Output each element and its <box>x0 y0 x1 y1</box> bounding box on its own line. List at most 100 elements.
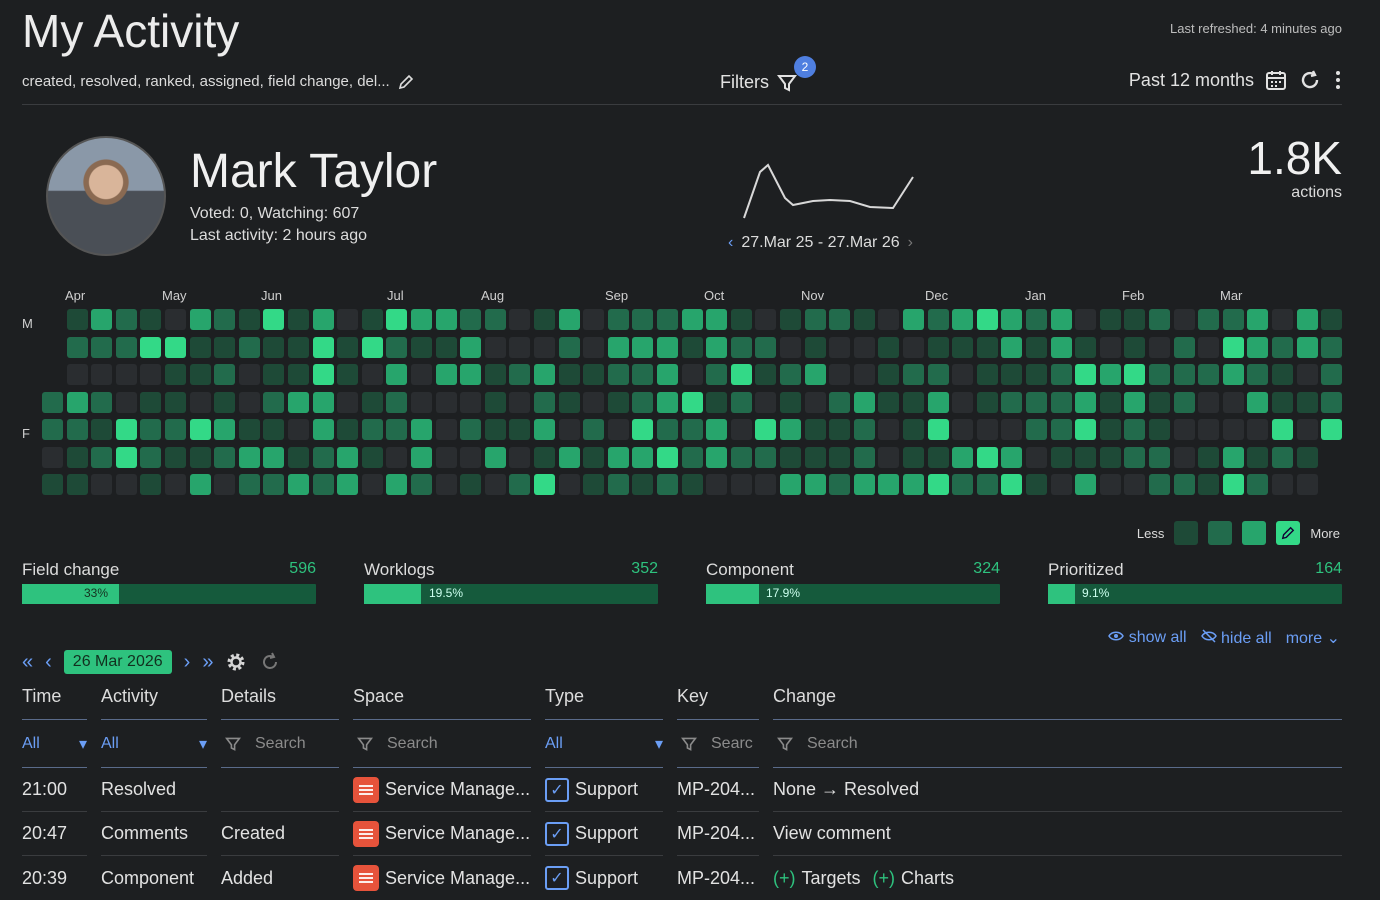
heatmap-cell[interactable] <box>878 309 900 330</box>
heatmap-cell[interactable] <box>1222 336 1244 358</box>
heatmap-cell[interactable] <box>386 336 408 358</box>
heatmap-cell[interactable] <box>361 446 383 468</box>
heatmap-cell[interactable] <box>189 446 211 468</box>
heatmap-cell[interactable] <box>484 446 506 468</box>
activity-types[interactable]: created, resolved, ranked, assigned, fie… <box>22 73 414 90</box>
heatmap-cell[interactable] <box>632 419 654 440</box>
heatmap-cell[interactable] <box>755 474 777 495</box>
heatmap-cell[interactable] <box>804 446 826 468</box>
heatmap-cell[interactable] <box>730 391 752 413</box>
heatmap-cell[interactable] <box>706 336 728 358</box>
heatmap-cell[interactable] <box>288 336 309 358</box>
heatmap-cell[interactable] <box>534 309 555 330</box>
heatmap-cell[interactable] <box>730 309 752 330</box>
heatmap-cell[interactable] <box>238 364 260 385</box>
heatmap-cell[interactable] <box>1272 336 1293 358</box>
heatmap-cell[interactable] <box>386 309 408 330</box>
heatmap-cell[interactable] <box>632 309 654 330</box>
heatmap-cell[interactable] <box>312 364 334 385</box>
heatmap-cell[interactable] <box>1198 336 1220 358</box>
heatmap-cell[interactable] <box>952 364 974 385</box>
heatmap-cell[interactable] <box>91 309 113 330</box>
heatmap-cell[interactable] <box>952 474 974 495</box>
more-link[interactable]: more ⌄ <box>1286 628 1340 648</box>
heatmap-cell[interactable] <box>91 391 113 413</box>
heatmap-cell[interactable] <box>1050 364 1072 385</box>
heatmap-cell[interactable] <box>115 391 137 413</box>
heatmap-cell[interactable] <box>681 474 703 495</box>
heatmap-cell[interactable] <box>66 446 88 468</box>
heatmap-cell[interactable] <box>214 446 236 468</box>
heatmap-cell[interactable] <box>706 446 728 468</box>
heatmap-cell[interactable] <box>1247 336 1269 358</box>
heatmap-cell[interactable] <box>214 364 236 385</box>
heatmap-cell[interactable] <box>583 446 605 468</box>
heatmap-cell[interactable] <box>1173 419 1195 440</box>
heatmap-cell[interactable] <box>263 309 285 330</box>
double-chevron-right-icon[interactable]: » <box>202 651 213 674</box>
heatmap-cell[interactable] <box>66 419 88 440</box>
heatmap-cell[interactable] <box>1075 419 1097 440</box>
heatmap-cell[interactable] <box>657 309 678 330</box>
heatmap-cell[interactable] <box>853 364 875 385</box>
heatmap-cell[interactable] <box>411 391 432 413</box>
heatmap-cell[interactable] <box>681 336 703 358</box>
heatmap-cell[interactable] <box>607 419 629 440</box>
heatmap-cell[interactable] <box>1198 419 1220 440</box>
heatmap-cell[interactable] <box>1173 336 1195 358</box>
heatmap-cell[interactable] <box>1222 419 1244 440</box>
heatmap-cell[interactable] <box>1075 364 1097 385</box>
heatmap-cell[interactable] <box>386 391 408 413</box>
heatmap-cell[interactable] <box>484 309 506 330</box>
heatmap-cell[interactable] <box>1272 391 1293 413</box>
heatmap-cell[interactable] <box>903 474 924 495</box>
heatmap-cell[interactable] <box>681 391 703 413</box>
heatmap-cell[interactable] <box>657 336 678 358</box>
heatmap-cell[interactable] <box>853 446 875 468</box>
heatmap-cell[interactable] <box>927 364 949 385</box>
heatmap-cell[interactable] <box>42 391 63 413</box>
heatmap-cell[interactable] <box>288 419 309 440</box>
heatmap-cell[interactable] <box>534 391 555 413</box>
heatmap-cell[interactable] <box>1050 446 1072 468</box>
column-header-key[interactable]: Key <box>677 686 759 720</box>
heatmap-cell[interactable] <box>460 336 482 358</box>
heatmap-cell[interactable] <box>952 336 974 358</box>
heatmap-cell[interactable] <box>1321 336 1343 358</box>
heatmap-cell[interactable] <box>1001 446 1023 468</box>
heatmap-cell[interactable] <box>1198 391 1220 413</box>
stat-field-change[interactable]: Field change 596 33% <box>22 560 316 604</box>
change-search-input[interactable]: Search <box>773 720 1342 768</box>
heatmap-cell[interactable] <box>386 446 408 468</box>
heatmap-cell[interactable] <box>165 446 186 468</box>
heatmap-cell[interactable] <box>42 419 63 440</box>
heatmap-cell[interactable] <box>238 446 260 468</box>
heatmap-cell[interactable] <box>829 419 851 440</box>
heatmap-cell[interactable] <box>263 446 285 468</box>
heatmap-cell[interactable] <box>780 446 801 468</box>
heatmap-cell[interactable] <box>1124 391 1146 413</box>
heatmap-cell[interactable] <box>165 336 186 358</box>
heatmap-cell[interactable] <box>460 474 482 495</box>
heatmap-cell[interactable] <box>484 336 506 358</box>
heatmap-cell[interactable] <box>534 446 555 468</box>
pencil-icon[interactable] <box>398 74 414 90</box>
heatmap-cell[interactable] <box>484 391 506 413</box>
heatmap-cell[interactable] <box>361 336 383 358</box>
legend-swatch-4[interactable] <box>1276 521 1301 545</box>
heatmap-cell[interactable] <box>140 364 162 385</box>
heatmap-cell[interactable] <box>509 446 531 468</box>
heatmap-cell[interactable] <box>140 419 162 440</box>
heatmap-cell[interactable] <box>1099 474 1121 495</box>
heatmap-cell[interactable] <box>1222 391 1244 413</box>
heatmap-cell[interactable] <box>1321 419 1343 440</box>
heatmap-cell[interactable] <box>730 446 752 468</box>
column-header-time[interactable]: Time <box>22 686 87 720</box>
heatmap-cell[interactable] <box>1247 391 1269 413</box>
heatmap-cell[interactable] <box>1001 474 1023 495</box>
heatmap-cell[interactable] <box>927 474 949 495</box>
heatmap-cell[interactable] <box>853 391 875 413</box>
heatmap-cell[interactable] <box>927 391 949 413</box>
heatmap-cell[interactable] <box>1272 474 1293 495</box>
heatmap-cell[interactable] <box>804 309 826 330</box>
